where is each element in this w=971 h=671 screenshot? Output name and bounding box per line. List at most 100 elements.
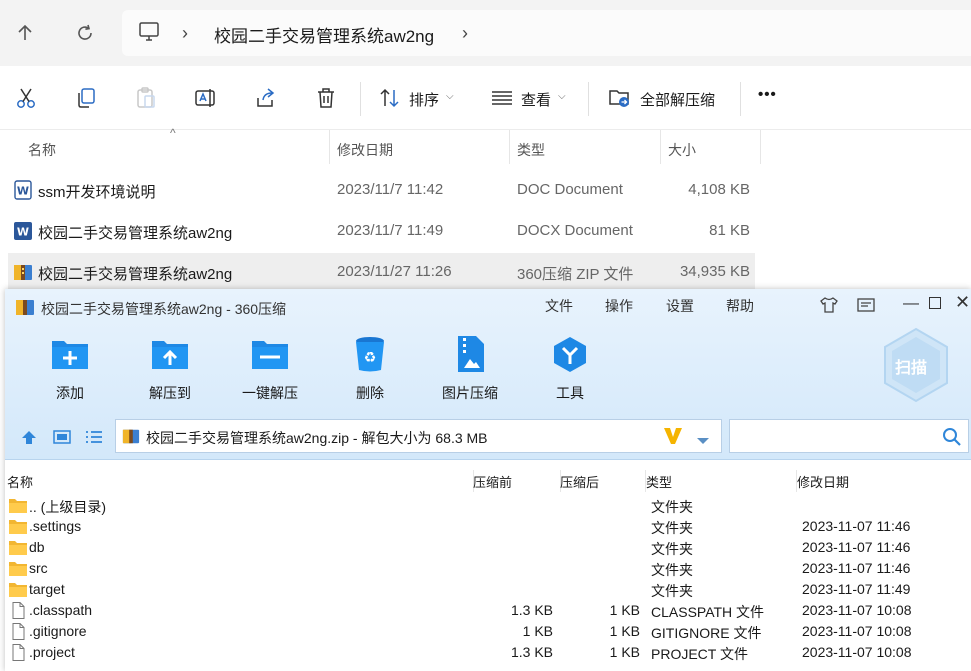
breadcrumb-chevron-icon[interactable]: › [182, 23, 188, 44]
archive-item-type: CLASSPATH 文件 [651, 604, 765, 620]
file-row-selected[interactable]: 校园二手交易管理系统aw2ng 2023/11/27 11:26 360压缩 Z… [8, 253, 755, 291]
word-docx-icon: W [13, 221, 33, 241]
col-type[interactable]: 类型 [646, 472, 672, 491]
extract-folder-icon[interactable] [608, 86, 632, 110]
file-type: DOC Document [517, 181, 623, 198]
archive-search-input[interactable] [729, 419, 969, 453]
column-headers: 名称 ^ 修改日期 类型 大小 [0, 126, 971, 168]
column-date[interactable]: 修改日期 [337, 140, 393, 160]
this-pc-icon[interactable] [138, 22, 160, 47]
archive-row[interactable]: .gitignore 1 KB 1 KB GITIGNORE 文件 2023-11-07… [5, 621, 971, 642]
cut-icon[interactable] [14, 86, 38, 110]
archive-column-headers: 名称 压缩前 压缩后 类型 修改日期 [5, 470, 971, 492]
file-row[interactable]: W ssm开发环境说明 2023/11/7 11:42 DOC Document… [8, 171, 755, 209]
archive-item-date: 2023-11-07 10:08 [802, 623, 912, 639]
breadcrumb[interactable]: › 校园二手交易管理系统aw2ng › [122, 10, 971, 56]
svg-text:♻: ♻ [364, 350, 377, 366]
column-size[interactable]: 大小 [668, 140, 696, 160]
archive-row[interactable]: db 文件夹 2023-11-07 11:46 [5, 537, 971, 558]
one-click-extract-button[interactable]: 一键解压 [230, 335, 310, 405]
address-bar-area: › 校园二手交易管理系统aw2ng › [0, 0, 971, 66]
up-level-icon[interactable] [21, 429, 37, 450]
tools-button[interactable]: 工具 [530, 335, 610, 405]
view-icon[interactable] [490, 86, 514, 110]
file-icon [8, 602, 28, 619]
archive-item-date: 2023-11-07 10:08 [802, 602, 912, 618]
file-explorer-window: › 校园二手交易管理系统aw2ng › 排序 ⌵ 查看 ⌵ 全部解压缩 ••• … [0, 0, 971, 291]
tools-label: 工具 [556, 385, 584, 401]
archive-row[interactable]: .settings 文件夹 2023-11-07 11:46 [5, 516, 971, 537]
archive-row[interactable]: target 文件夹 2023-11-07 11:49 [5, 579, 971, 600]
folder-icon [8, 497, 28, 514]
maximize-icon[interactable] [929, 297, 941, 309]
paste-icon[interactable] [134, 86, 158, 110]
menu-settings[interactable]: 设置 [666, 296, 694, 316]
col-after[interactable]: 压缩后 [560, 472, 599, 491]
zip-window: 校园二手交易管理系统aw2ng - 360压缩 文件 操作 设置 帮助 — ✕ … [5, 289, 971, 671]
more-options-button[interactable]: ••• [758, 86, 777, 103]
archive-row[interactable]: .. (上级目录) 文件夹 [5, 495, 971, 516]
extract-to-label: 解压到 [149, 385, 191, 401]
svg-text:W: W [17, 185, 29, 198]
verified-v-icon[interactable] [662, 426, 684, 451]
up-arrow-icon[interactable] [10, 18, 40, 48]
col-date[interactable]: 修改日期 [797, 472, 849, 491]
message-icon[interactable] [856, 297, 876, 318]
image-compress-label: 图片压缩 [442, 385, 498, 401]
file-date: 2023/11/27 11:26 [337, 263, 452, 280]
delete-archive-button[interactable]: ♻ 删除 [330, 335, 410, 405]
file-name: 校园二手交易管理系统aw2ng [38, 225, 233, 242]
chevron-down-icon[interactable]: ⌵ [558, 91, 566, 102]
archive-row[interactable]: .project 1.3 KB 1 KB PROJECT 文件 2023-11-07 1… [5, 642, 971, 663]
view-button[interactable]: 查看 [521, 89, 551, 110]
column-divider[interactable] [329, 130, 330, 164]
image-compress-button[interactable]: 图片压缩 [430, 335, 510, 405]
file-row[interactable]: W 校园二手交易管理系统aw2ng 2023/11/7 11:49 DOCX D… [8, 212, 755, 250]
extract-to-button[interactable]: 解压到 [130, 335, 210, 405]
sort-ascending-icon: ^ [170, 126, 176, 140]
archive-path-text: 校园二手交易管理系统aw2ng.zip - 解包大小为 68.3 MB [146, 430, 488, 446]
extract-all-button[interactable]: 全部解压缩 [640, 89, 715, 110]
archive-item-size-after: 1 KB [609, 602, 640, 618]
column-divider[interactable] [660, 130, 661, 164]
close-icon[interactable]: ✕ [955, 292, 970, 313]
column-type[interactable]: 类型 [517, 140, 545, 160]
menu-file[interactable]: 文件 [545, 296, 573, 316]
sort-button[interactable]: 排序 [409, 89, 439, 110]
copy-icon[interactable] [74, 86, 98, 110]
menu-operate[interactable]: 操作 [605, 296, 633, 316]
chevron-down-icon[interactable]: ⌵ [446, 91, 454, 102]
toolbar-divider [588, 82, 589, 116]
archive-item-type: 文件夹 [651, 520, 693, 536]
col-name[interactable]: 名称 [7, 472, 33, 491]
dropdown-arrow-icon[interactable] [696, 432, 710, 450]
sort-icon[interactable] [378, 86, 402, 110]
breadcrumb-folder[interactable]: 校园二手交易管理系统aw2ng [214, 22, 434, 47]
zip-archive-icon [122, 427, 140, 450]
add-button[interactable]: 添加 [30, 335, 110, 405]
delete-icon[interactable] [314, 86, 338, 110]
add-icon [52, 341, 88, 369]
share-icon[interactable] [254, 86, 278, 110]
rename-icon[interactable] [194, 86, 218, 110]
column-divider[interactable] [509, 130, 510, 164]
one-click-extract-label: 一键解压 [242, 385, 298, 401]
column-name[interactable]: 名称 [28, 140, 56, 160]
archive-path-bar[interactable]: 校园二手交易管理系统aw2ng.zip - 解包大小为 68.3 MB [115, 419, 722, 453]
thumbnail-view-icon[interactable] [53, 430, 71, 449]
menu-help[interactable]: 帮助 [726, 296, 754, 316]
col-before[interactable]: 压缩前 [473, 472, 512, 491]
column-divider[interactable] [760, 130, 761, 164]
archive-item-name: db [29, 539, 45, 555]
archive-item-size-before: 1.3 KB [510, 602, 553, 618]
search-icon[interactable] [942, 427, 962, 452]
breadcrumb-chevron-icon[interactable]: › [462, 23, 468, 44]
list-view-icon[interactable] [85, 430, 103, 449]
refresh-icon[interactable] [70, 18, 100, 48]
archive-row[interactable]: src 文件夹 2023-11-07 11:46 [5, 558, 971, 579]
minimize-icon[interactable]: — [903, 295, 919, 313]
scan-badge[interactable]: 扫描 [881, 327, 951, 403]
archive-item-date: 2023-11-07 11:46 [802, 560, 911, 576]
skin-shirt-icon[interactable] [819, 296, 839, 319]
archive-row[interactable]: .classpath 1.3 KB 1 KB CLASSPATH 文件 2023-11-… [5, 600, 971, 621]
